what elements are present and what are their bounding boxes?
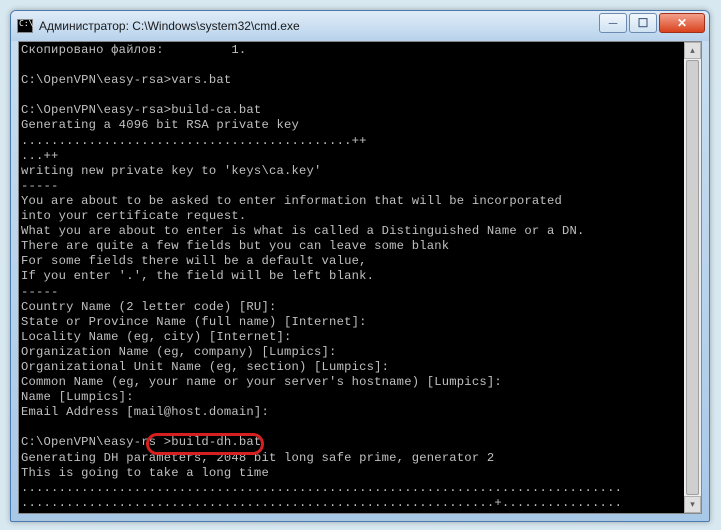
scroll-up-button[interactable]: ▴ (684, 42, 701, 59)
console-output[interactable]: Скопировано файлов: 1. C:\OpenVPN\easy-r… (19, 42, 701, 522)
window-controls: ─ ☐ ✕ (599, 13, 705, 33)
window-title: Администратор: C:\Windows\system32\cmd.e… (39, 19, 300, 33)
maximize-button[interactable]: ☐ (629, 13, 657, 33)
minimize-button[interactable]: ─ (599, 13, 627, 33)
console-client-area: Скопировано файлов: 1. C:\OpenVPN\easy-r… (18, 41, 702, 514)
vertical-scrollbar[interactable]: ▴ ▾ (684, 42, 701, 513)
close-button[interactable]: ✕ (659, 13, 705, 33)
scroll-down-button[interactable]: ▾ (684, 496, 701, 513)
scroll-thumb[interactable] (686, 60, 699, 495)
cmd-window: Администратор: C:\Windows\system32\cmd.e… (10, 10, 710, 522)
cmd-icon (17, 19, 33, 33)
titlebar[interactable]: Администратор: C:\Windows\system32\cmd.e… (11, 11, 709, 41)
